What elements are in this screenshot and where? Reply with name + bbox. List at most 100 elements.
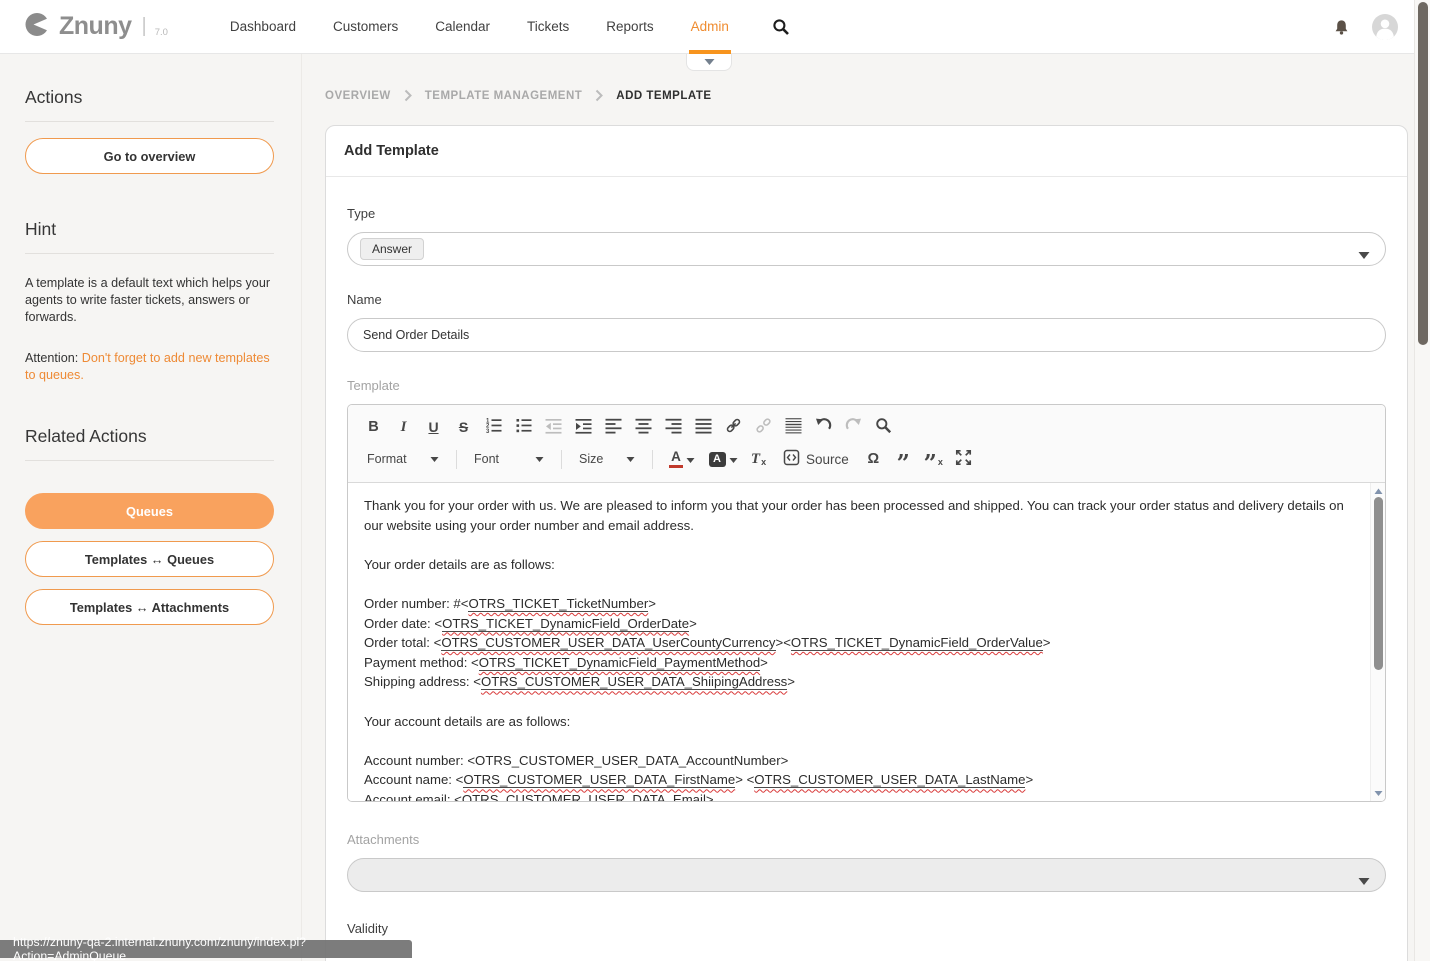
type-selected-value[interactable]: Answer: [360, 238, 424, 260]
name-input[interactable]: [347, 318, 1386, 352]
indent-button[interactable]: [570, 415, 597, 440]
nav-item-dashboard[interactable]: Dashboard: [230, 0, 296, 53]
page-scrollbar[interactable]: [1414, 0, 1430, 961]
breadcrumb-overview[interactable]: OVERVIEW: [325, 90, 391, 102]
horizontal-line-button[interactable]: [780, 415, 807, 440]
editor-line: Order date: <OTRS_TICKET_DynamicField_Or…: [364, 614, 1355, 634]
special-character-icon: Ω: [867, 451, 879, 467]
background-color-icon: A: [709, 452, 726, 467]
remove-format-button[interactable]: Tx: [745, 447, 772, 472]
editor-line: Your account details are as follows:: [364, 712, 1355, 732]
underline-button[interactable]: U: [420, 415, 447, 440]
editor-line: Payment method: <OTRS_TICKET_DynamicFiel…: [364, 653, 1355, 673]
italic-icon: I: [401, 419, 407, 436]
format-select[interactable]: Format: [360, 447, 446, 472]
scroll-down-arrow-icon[interactable]: [1371, 786, 1386, 800]
bulleted-list-button[interactable]: [510, 415, 537, 440]
remove-quote-button[interactable]: ”x: [920, 447, 947, 472]
link-button[interactable]: [720, 415, 747, 440]
align-left-button[interactable]: [600, 415, 627, 440]
special-character-button[interactable]: Ω: [860, 447, 887, 472]
text-color-icon: A: [669, 450, 683, 467]
related-action-templates-queues[interactable]: Templates ↔ Queues: [25, 541, 274, 577]
bulleted-list-icon: [515, 417, 532, 437]
editor-line: Order total: <OTRS_CUSTOMER_USER_DATA_Us…: [364, 633, 1355, 653]
outdent-button[interactable]: [540, 415, 567, 440]
align-center-button[interactable]: [630, 415, 657, 440]
nav-item-calendar[interactable]: Calendar: [435, 0, 490, 53]
chevron-down-icon: [430, 452, 439, 466]
breadcrumb-template-management[interactable]: TEMPLATE MANAGEMENT: [425, 90, 583, 102]
page-scrollbar-thumb[interactable]: [1418, 2, 1428, 345]
template-label: Template: [347, 378, 1386, 393]
justify-button[interactable]: [690, 415, 717, 440]
notifications-bell-icon[interactable]: [1333, 19, 1350, 35]
editor-line: Shipping address: <OTRS_CUSTOMER_USER_DA…: [364, 672, 1355, 692]
horizontal-line-icon: [785, 417, 802, 437]
undo-icon: [815, 417, 832, 437]
editor-line: [364, 535, 1355, 555]
align-right-button[interactable]: [660, 415, 687, 440]
chevron-down-icon: [729, 452, 738, 467]
template-variable-tag: OTRS_TICKET_TicketNumber: [468, 596, 648, 612]
background-color-button[interactable]: A: [704, 447, 742, 472]
editor-scrollbar-thumb[interactable]: [1374, 497, 1383, 670]
unlink-button[interactable]: [750, 415, 777, 440]
attachments-label: Attachments: [347, 832, 1386, 847]
card-body: Type Answer Name Template BI US 123 Format…: [326, 177, 1407, 961]
editor-scrollbar[interactable]: [1370, 483, 1385, 801]
znuny-logo-icon: [24, 11, 51, 43]
breadcrumb-add-template: ADD TEMPLATE: [616, 90, 711, 102]
related-action-templates-attachments[interactable]: Templates ↔ Attachments: [25, 589, 274, 625]
numbered-list-button[interactable]: 123: [480, 415, 507, 440]
nav-item-customers[interactable]: Customers: [333, 0, 398, 53]
font-select[interactable]: Font: [467, 447, 551, 472]
source-button[interactable]: Source: [775, 447, 857, 472]
attachments-select[interactable]: [347, 858, 1386, 892]
blockquote-button[interactable]: ”: [890, 447, 917, 472]
underline-icon: U: [428, 419, 438, 435]
type-label: Type: [347, 206, 1386, 221]
brand-name: Znuny: [59, 12, 132, 41]
editor-line: [364, 692, 1355, 712]
editor-line: Account email: <OTRS_CUSTOMER_USER_DATA_…: [364, 790, 1355, 801]
nav-item-reports[interactable]: Reports: [606, 0, 653, 53]
go-to-overview-button[interactable]: Go to overview: [25, 138, 274, 174]
text-color-button[interactable]: A: [663, 447, 701, 472]
outdent-icon: [545, 417, 562, 437]
strikethrough-button[interactable]: S: [450, 415, 477, 440]
status-url: https://znuny-qa-2.internal.znuny.com/zn…: [13, 935, 412, 961]
page: Znuny | 7.0 Dashboard Customers Calendar Ti…: [0, 0, 1430, 961]
editor-content[interactable]: Thank you for your order with us. We are…: [348, 483, 1385, 801]
size-select[interactable]: Size: [572, 447, 642, 472]
search-icon[interactable]: [772, 18, 790, 36]
toolbar-row-2: Format Font Size A A TxSource Ω ””x: [360, 443, 1373, 475]
undo-button[interactable]: [810, 415, 837, 440]
related-action-queues[interactable]: Queues: [25, 493, 274, 529]
nav-item-tickets[interactable]: Tickets: [527, 0, 569, 53]
maximize-button[interactable]: [950, 447, 977, 472]
template-variable-tag: OTRS_CUSTOMER_USER_DATA_LastName: [754, 772, 1025, 788]
type-select[interactable]: Answer: [347, 232, 1386, 266]
nav-item-admin[interactable]: Admin: [691, 0, 729, 53]
add-template-card: Add Template Type Answer Name Template B…: [325, 125, 1408, 961]
editor-line: Account number: <OTRS_CUSTOMER_USER_DATA…: [364, 751, 1355, 771]
bold-button[interactable]: B: [360, 415, 387, 440]
find-button[interactable]: [870, 415, 897, 440]
align-center-icon: [635, 417, 652, 437]
main-content: OVERVIEWTEMPLATE MANAGEMENTADD TEMPLATE …: [302, 54, 1430, 961]
redo-button[interactable]: [840, 415, 867, 440]
toolbar-separator: [561, 450, 562, 469]
user-avatar[interactable]: [1372, 14, 1398, 40]
template-variable-tag: OTRS_CUSTOMER_USER_DATA_FirstName: [463, 772, 735, 788]
template-variable-tag: OTRS_TICKET_DynamicField_PaymentMethod: [479, 655, 760, 671]
name-label: Name: [347, 292, 1386, 307]
italic-button[interactable]: I: [390, 415, 417, 440]
sidebar: Actions Go to overview Hint A template i…: [0, 54, 302, 961]
znuny-logo[interactable]: Znuny | 7.0: [24, 11, 168, 43]
numbered-list-icon: 123: [485, 417, 502, 437]
svg-text:3: 3: [486, 429, 490, 434]
hint-text: A template is a default text which helps…: [25, 275, 274, 326]
navbar-collapse-toggle[interactable]: [686, 54, 732, 71]
scroll-up-arrow-icon[interactable]: [1371, 484, 1386, 498]
